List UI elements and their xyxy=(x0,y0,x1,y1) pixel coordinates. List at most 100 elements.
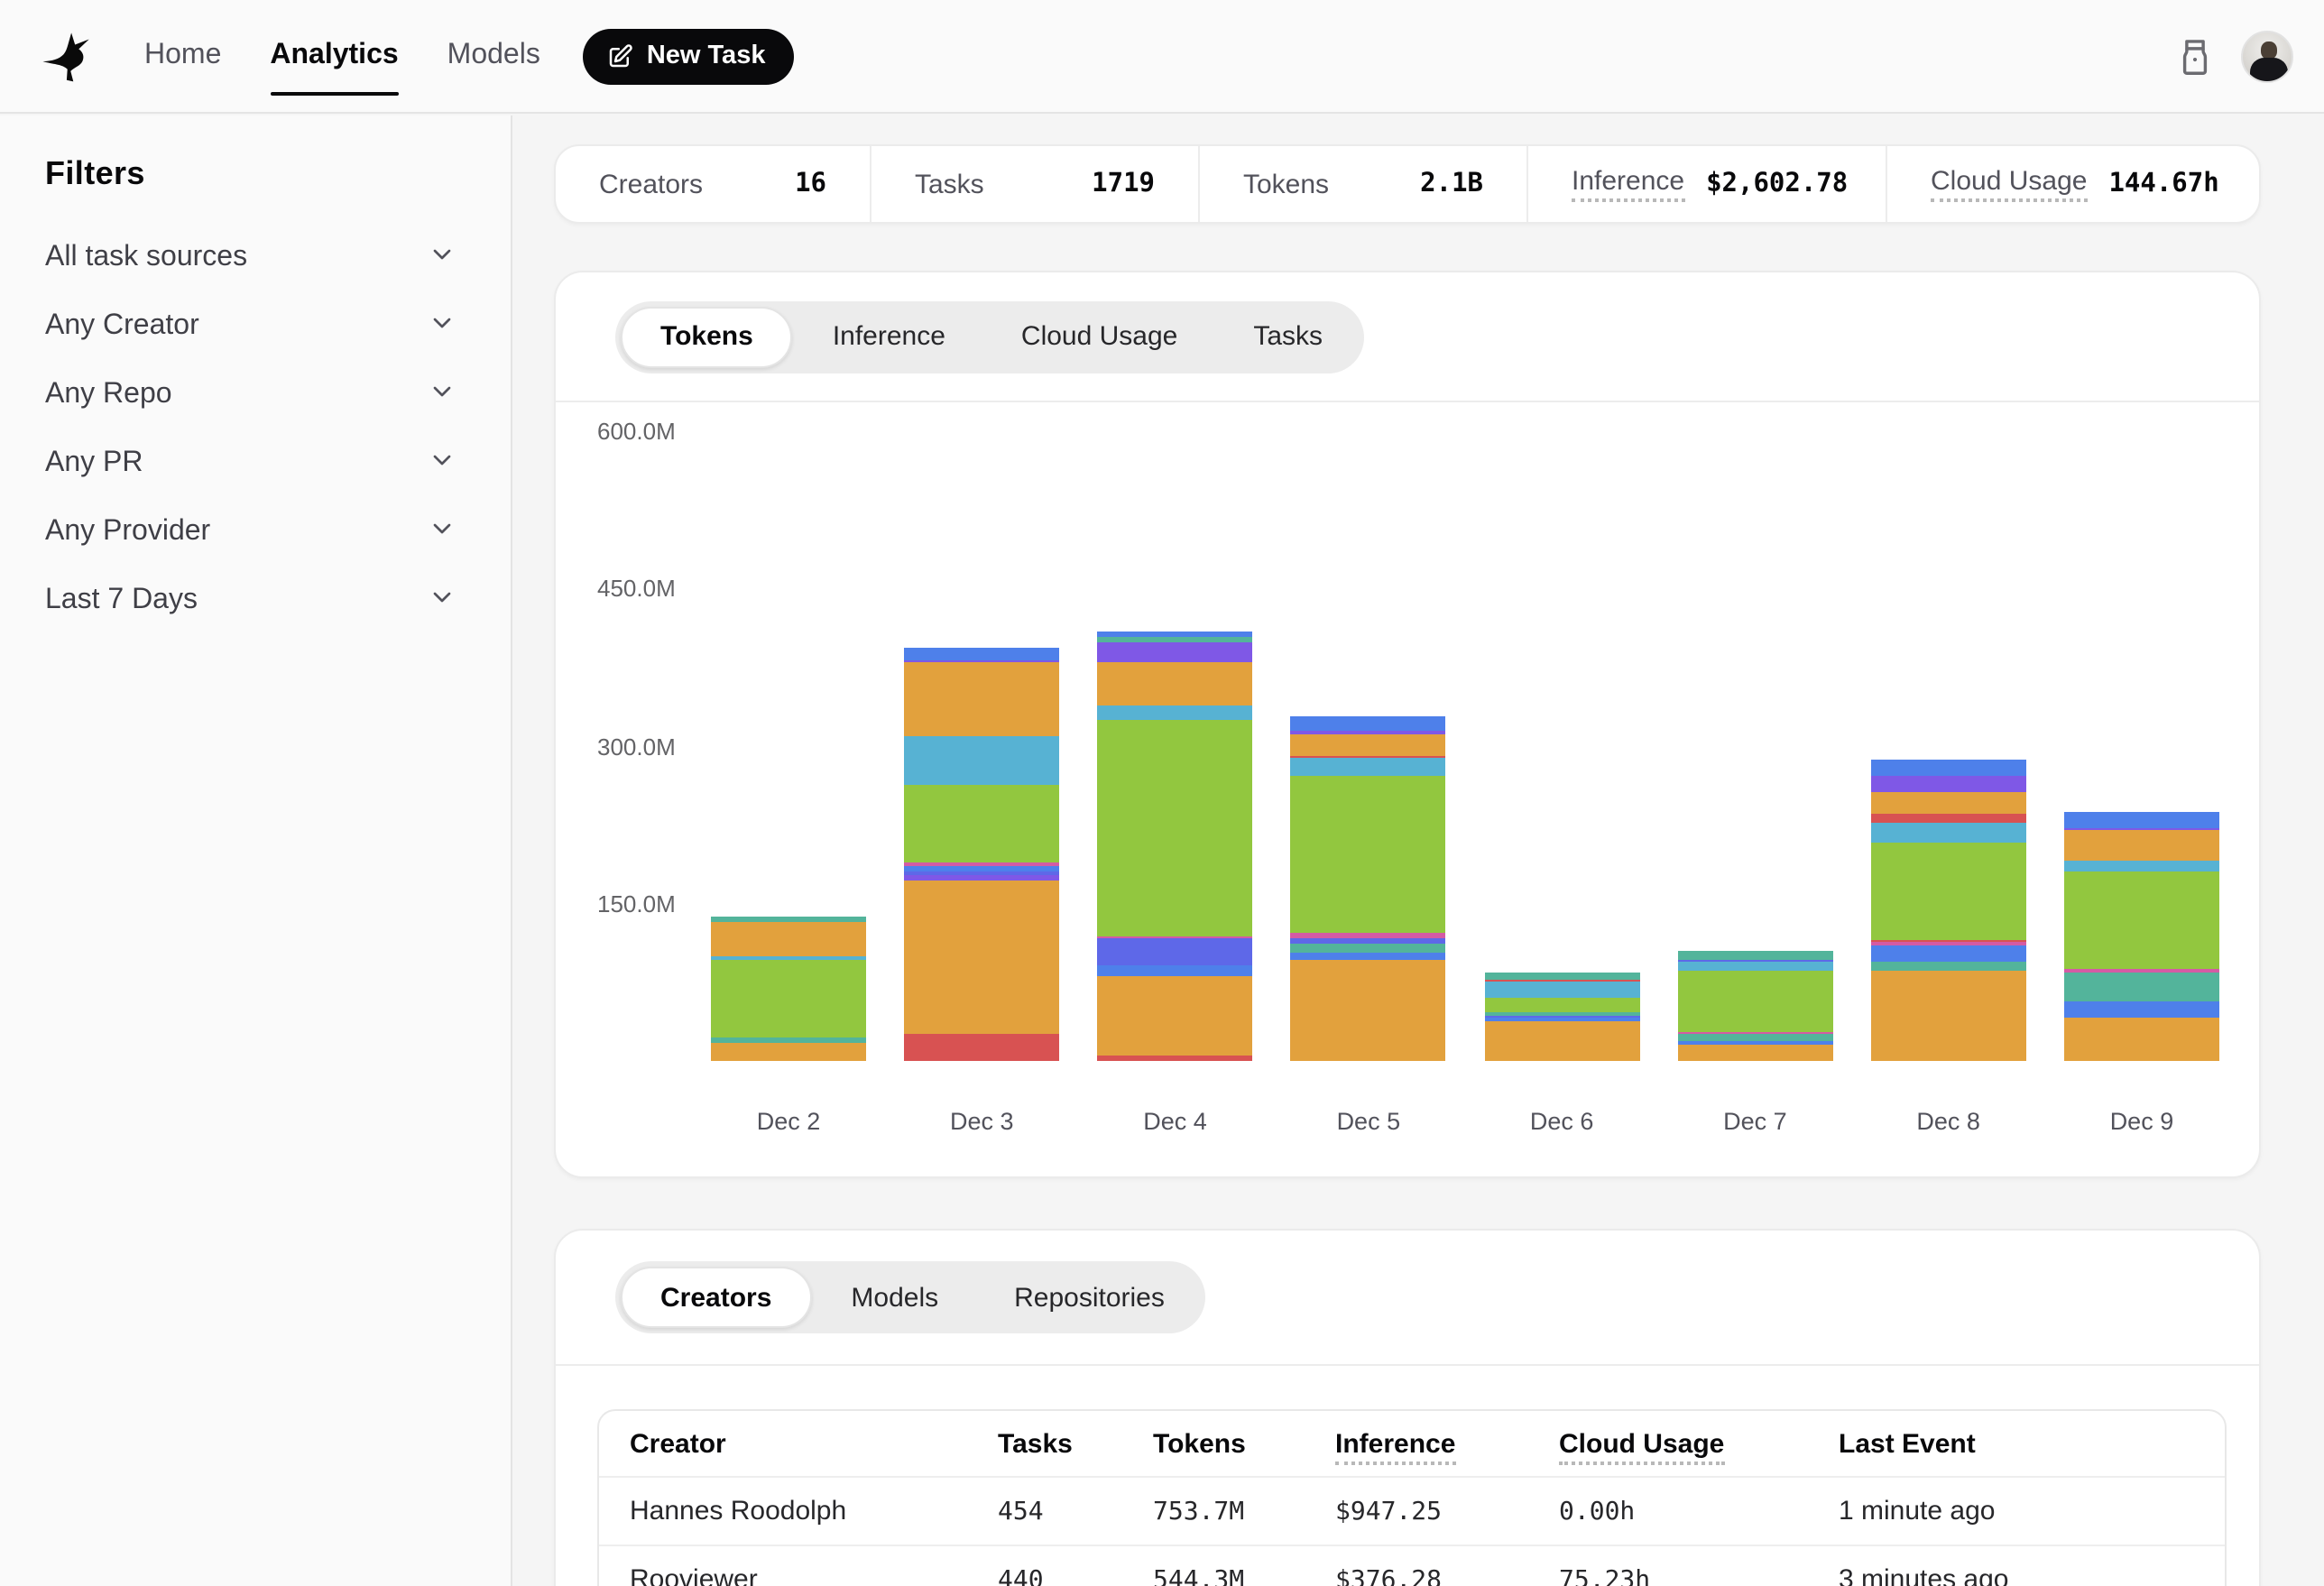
x-label-dec-9: Dec 9 xyxy=(2064,1108,2219,1135)
stat-value: 16 xyxy=(795,170,826,198)
col-header-label[interactable]: Cloud Usage xyxy=(1559,1428,1724,1464)
bar-segment-blue xyxy=(904,648,1059,659)
y-tick-600.0M: 600.0M xyxy=(597,418,676,445)
table-tab-models[interactable]: Models xyxy=(813,1261,976,1333)
cell-inference: $947.25 xyxy=(1335,1497,1559,1526)
bar-dec-7[interactable] xyxy=(1677,402,1832,1061)
table-tab-creators[interactable]: Creators xyxy=(621,1267,811,1328)
filter-any-creator[interactable]: Any Creator xyxy=(45,292,456,361)
user-avatar[interactable] xyxy=(2241,30,2293,82)
bar-segment-sky xyxy=(1677,962,1832,971)
bar-dec-3[interactable] xyxy=(904,402,1059,1061)
chart-tab-cloud-usage[interactable]: Cloud Usage xyxy=(983,300,1215,373)
chart-tabs-row: TokensInferenceCloud UsageTasks xyxy=(556,272,2259,402)
table-row[interactable]: Hannes Roodolph454753.7M$947.250.00h1 mi… xyxy=(599,1478,2225,1546)
stat-value: 144.67h xyxy=(2108,170,2218,198)
col-header-creator: Creator xyxy=(630,1428,998,1459)
bar-segment-orange xyxy=(711,923,866,956)
filter-last-7-days[interactable]: Last 7 Days xyxy=(45,567,456,635)
bar-segment-orange xyxy=(2064,1019,2219,1061)
bar-segment-teal xyxy=(711,917,866,923)
table-row[interactable]: Rooviewer440544.3M$376.2875.23h3 minutes… xyxy=(599,1546,2225,1586)
stat-cloud-usage: Cloud Usage 144.67h xyxy=(1887,146,2245,222)
new-task-button[interactable]: New Task xyxy=(584,28,795,84)
col-header-inference: Inference xyxy=(1335,1428,1559,1459)
chevron-down-icon xyxy=(428,582,456,620)
analytics-page: Home Analytics Models New Task xyxy=(0,0,2324,1586)
cell-cloud: 0.00h xyxy=(1559,1497,1839,1526)
x-label-dec-5: Dec 5 xyxy=(1291,1108,1446,1135)
stat-tasks: Tasks1719 xyxy=(872,146,1200,222)
nav-item-home[interactable]: Home xyxy=(144,0,221,112)
bar-dec-4[interactable] xyxy=(1098,402,1253,1061)
filter-label: All task sources xyxy=(45,242,247,274)
filter-label: Any Creator xyxy=(45,310,199,343)
chart-tab-tokens[interactable]: Tokens xyxy=(621,306,793,367)
filter-any-pr[interactable]: Any PR xyxy=(45,429,456,498)
nav-item-models[interactable]: Models xyxy=(447,0,540,112)
x-label-dec-2: Dec 2 xyxy=(711,1108,866,1135)
filter-any-repo[interactable]: Any Repo xyxy=(45,361,456,429)
bar-dec-5[interactable] xyxy=(1291,402,1446,1061)
cell-last_event: 1 minute ago xyxy=(1839,1496,2227,1526)
filter-label: Last 7 Days xyxy=(45,585,198,617)
bar-segment-blue xyxy=(1098,964,1253,976)
avatar-person-head xyxy=(2261,41,2277,59)
bar-segment-green xyxy=(904,785,1059,862)
topbar: Home Analytics Models New Task xyxy=(0,0,2324,114)
bar-segment-sky xyxy=(2064,861,2219,871)
chart-plot xyxy=(711,402,2219,1061)
cell-creator: Hannes Roodolph xyxy=(630,1496,998,1526)
stat-label[interactable]: Cloud Usage xyxy=(1931,166,2087,202)
x-label-dec-7: Dec 7 xyxy=(1677,1108,1832,1135)
stats-bar: Creators16Tasks1719Tokens2.1BInference$2… xyxy=(554,144,2261,224)
x-label-dec-3: Dec 3 xyxy=(904,1108,1059,1135)
kangaroo-logo-icon[interactable] xyxy=(40,29,119,83)
bar-segment-purple xyxy=(1098,641,1253,661)
main-content: Creators16Tasks1719Tokens2.1BInference$2… xyxy=(514,115,2324,1586)
chart-tab-tasks[interactable]: Tasks xyxy=(1215,300,1360,373)
flashlight-icon[interactable] xyxy=(2178,37,2212,75)
col-header-label: Tasks xyxy=(998,1428,1073,1459)
x-label-dec-8: Dec 8 xyxy=(1871,1108,2026,1135)
filter-list: All task sourcesAny CreatorAny RepoAny P… xyxy=(45,224,456,635)
bar-segment-orange xyxy=(711,1042,866,1061)
bar-segment-blue xyxy=(1291,715,1446,731)
bar-segment-sky xyxy=(904,737,1059,786)
chart-x-axis: Dec 2Dec 3Dec 4Dec 5Dec 6Dec 7Dec 8Dec 9 xyxy=(711,1108,2219,1135)
y-tick-450.0M: 450.0M xyxy=(597,576,676,603)
bar-segment-green xyxy=(711,961,866,1037)
bar-dec-9[interactable] xyxy=(2064,402,2219,1061)
bar-segment-orange xyxy=(1871,792,2026,813)
bar-segment-orange xyxy=(1098,661,1253,705)
cell-tasks: 454 xyxy=(998,1497,1153,1526)
col-header-label: Last Event xyxy=(1839,1428,1976,1459)
table-tab-repositories[interactable]: Repositories xyxy=(976,1261,1203,1333)
bar-segment-green xyxy=(2064,871,2219,969)
bar-segment-blue xyxy=(1871,759,2026,776)
filter-label: Any Provider xyxy=(45,516,210,549)
stat-label[interactable]: Inference xyxy=(1572,166,1684,202)
bar-dec-8[interactable] xyxy=(1871,402,2026,1061)
cell-inference: $376.28 xyxy=(1335,1565,1559,1586)
col-header-cloud-usage: Cloud Usage xyxy=(1559,1428,1839,1459)
bar-segment-teal xyxy=(1484,973,1639,980)
cell-last_event: 3 minutes ago xyxy=(1839,1564,2227,1586)
chevron-down-icon xyxy=(428,376,456,414)
nav-item-analytics[interactable]: Analytics xyxy=(270,0,398,112)
stat-label: Creators xyxy=(599,169,703,199)
col-header-label: Tokens xyxy=(1153,1428,1246,1459)
bar-dec-2[interactable] xyxy=(711,402,866,1061)
chevron-down-icon xyxy=(428,239,456,277)
bar-segment-orange xyxy=(1098,976,1253,1056)
col-header-label[interactable]: Inference xyxy=(1335,1428,1455,1464)
col-header-tokens: Tokens xyxy=(1153,1428,1335,1459)
bar-segment-blue xyxy=(1098,631,1253,637)
chart-tab-inference[interactable]: Inference xyxy=(795,300,983,373)
tokens-bar-chart: Dec 2Dec 3Dec 4Dec 5Dec 6Dec 7Dec 8Dec 9… xyxy=(556,402,2259,1178)
bar-dec-6[interactable] xyxy=(1484,402,1639,1061)
filter-all-task-sources[interactable]: All task sources xyxy=(45,224,456,292)
stat-creators: Creators 16 xyxy=(556,146,872,222)
filter-any-provider[interactable]: Any Provider xyxy=(45,498,456,567)
stat-value: $2,602.78 xyxy=(1706,170,1848,198)
